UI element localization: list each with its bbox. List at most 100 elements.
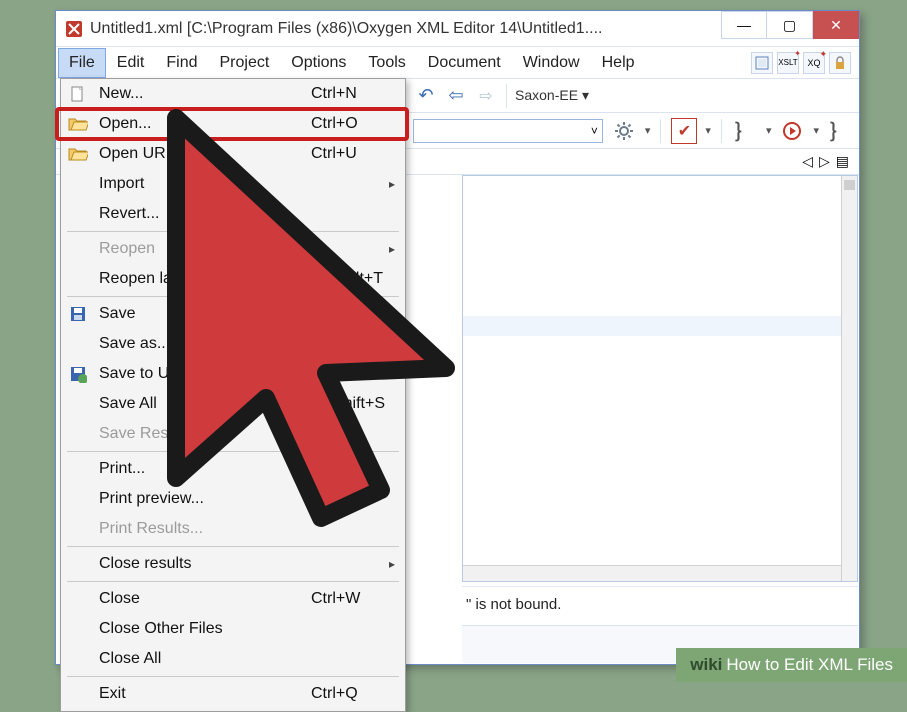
menu-item-label: Print... [95,460,405,478]
menu-item-label: Open URL... [95,145,311,163]
menu-item-label: Save [95,305,311,323]
menu-item-shortcut: Ctrl+S [311,305,405,323]
xslt-icon[interactable]: XSLT✦ [777,52,799,74]
menu-item-label: Print preview... [95,490,405,508]
menu-item-label: Import [95,175,405,193]
file-menu-save-to-url[interactable]: Save to URL... [61,359,405,389]
menu-item-label: Save as... [95,335,405,353]
menu-item-shortcut: Ctrl+U [311,145,405,163]
titlebar: Untitled1.xml [C:\Program Files (x86)\Ox… [56,11,859,47]
sheet-icon[interactable]: ▤ [836,153,849,170]
current-line [463,316,841,336]
file-menu-save-as[interactable]: Save as... [61,329,405,359]
wikihow-badge: wiki How to Edit XML Files [676,648,907,682]
menubar: FileEditFindProjectOptionsToolsDocumentW… [56,47,859,79]
menu-item-shortcut: Ctrl+W [311,590,405,608]
engine-label[interactable]: Saxon-EE ▾ [515,87,589,104]
file-menu-exit[interactable]: ExitCtrl+Q [61,679,405,709]
file-menu-dropdown: New...Ctrl+NOpen...Ctrl+OOpen URL...Ctrl… [60,78,406,712]
menu-separator [67,451,399,452]
menu-window[interactable]: Window [512,48,591,78]
menu-item-label: Open... [95,115,311,133]
menu-project[interactable]: Project [208,48,280,78]
app-icon [64,19,84,39]
file-menu-reopen: Reopen [61,234,405,264]
menu-item-shortcut: Ctrl+O [311,115,405,133]
menu-item-label: Save Results... [95,425,405,443]
perspective-icon[interactable] [751,52,773,74]
menu-separator [67,296,399,297]
menu-item-label: Print Results... [95,520,405,538]
menu-find[interactable]: Find [155,48,208,78]
file-menu-close-other-files[interactable]: Close Other Files [61,614,405,644]
save-url-icon [61,365,95,383]
menu-item-label: Revert... [95,205,405,223]
file-menu-open-url[interactable]: Open URL...Ctrl+U [61,139,405,169]
back-small-icon[interactable]: ↶ [414,84,438,108]
file-menu-new[interactable]: New...Ctrl+N [61,79,405,109]
menu-separator [67,231,399,232]
save-icon [61,305,95,323]
menu-item-label: Reopen last closed editor [95,270,311,288]
file-menu-revert[interactable]: Revert... [61,199,405,229]
file-menu-save-results: Save Results... [61,419,405,449]
menu-edit[interactable]: Edit [106,48,156,78]
menu-document[interactable]: Document [417,48,512,78]
open-icon [61,116,95,132]
menu-item-label: Close Other Files [95,620,405,638]
menu-file[interactable]: File [58,48,106,78]
file-menu-close[interactable]: CloseCtrl+W [61,584,405,614]
check-icon[interactable]: ✔ [671,118,697,144]
back-arrow-icon[interactable]: ⇦ [444,84,468,108]
file-menu-close-all[interactable]: Close All [61,644,405,674]
gear-icon[interactable] [611,118,637,144]
close-button[interactable]: ✕ [813,11,859,39]
next-icon[interactable]: ▷ [819,153,830,170]
menu-item-label: Close [95,590,311,608]
menu-item-label: New... [95,85,311,103]
lock-icon[interactable] [829,52,851,74]
menu-separator [67,581,399,582]
menu-item-label: Exit [95,685,311,703]
menu-item-label: Save to URL... [95,365,405,383]
window-buttons: ― ▢ ✕ [721,11,859,46]
play-icon[interactable] [779,118,805,144]
menu-item-label: Save All [95,395,299,413]
menu-item-label: Close results [95,555,405,573]
file-menu-open[interactable]: Open...Ctrl+O [61,109,405,139]
menu-item-label: Close All [95,650,405,668]
xpath-combo[interactable]: ˅ [413,119,603,143]
horizontal-scrollbar[interactable] [463,565,841,581]
file-menu-save[interactable]: SaveCtrl+S [61,299,405,329]
file-menu-print-results: Print Results... [61,514,405,544]
status-message: " is not bound. [462,586,858,622]
window-title: Untitled1.xml [C:\Program Files (x86)\Ox… [90,20,701,38]
menu-item-shortcut: Ctrl+Q [311,685,405,703]
open-url-icon [61,146,95,162]
file-menu-import[interactable]: Import [61,169,405,199]
xq-icon[interactable]: XQ✦ [803,52,825,74]
menu-separator [67,676,399,677]
vertical-scrollbar[interactable] [841,176,857,581]
menu-item-shortcut: Ctrl+Shift+S [299,395,405,413]
menu-tools[interactable]: Tools [357,48,416,78]
menu-options[interactable]: Options [280,48,357,78]
file-menu-print[interactable]: Print... [61,454,405,484]
file-menu-print-preview[interactable]: Print preview... [61,484,405,514]
minimize-button[interactable]: ― [721,11,767,39]
new-icon [61,85,95,103]
menu-item-shortcut: Ctrl+N [311,85,405,103]
file-menu-close-results[interactable]: Close results [61,549,405,579]
menu-item-shortcut: Ctrl+Alt+T [311,270,405,288]
menu-item-label: Reopen [95,240,405,258]
prev-icon[interactable]: ◁ [802,153,813,170]
file-menu-save-all[interactable]: Save AllCtrl+Shift+S [61,389,405,419]
maximize-button[interactable]: ▢ [767,11,813,39]
bracket-icon[interactable]: ｝ [732,118,758,144]
menu-separator [67,546,399,547]
editor-area[interactable] [462,175,858,582]
menu-help[interactable]: Help [591,48,646,78]
bracket2-icon[interactable]: ｝ [827,118,853,144]
file-menu-reopen-last-closed-editor[interactable]: Reopen last closed editorCtrl+Alt+T [61,264,405,294]
forward-arrow-icon[interactable]: ⇨ [474,84,498,108]
